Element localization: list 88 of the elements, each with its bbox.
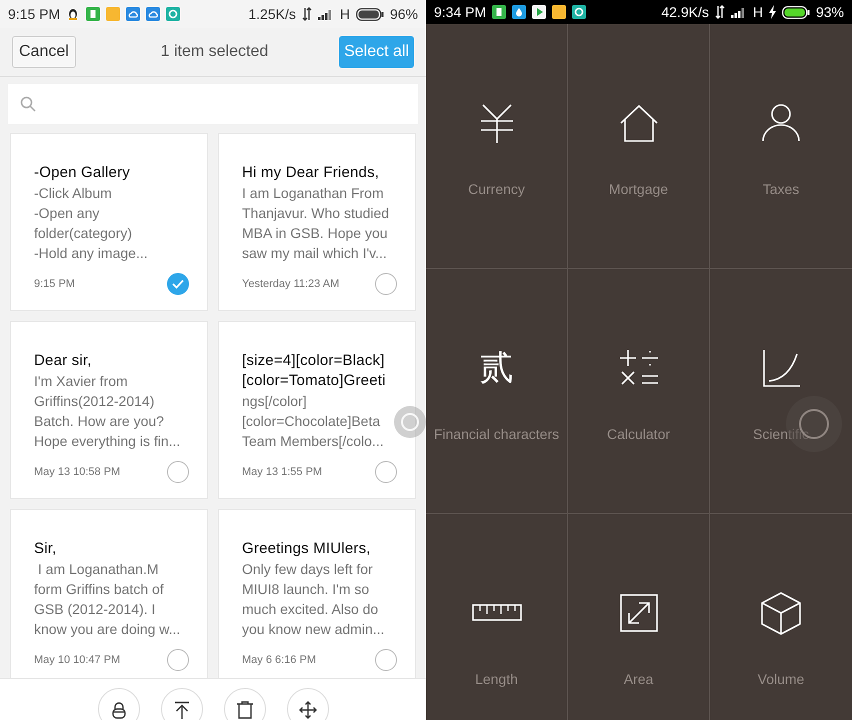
notification-icon: [492, 5, 506, 19]
tool-label: Area: [624, 671, 654, 687]
tool-label: Mortgage: [608, 181, 668, 197]
tool-tile[interactable]: Length: [426, 514, 567, 720]
select-checkbox[interactable]: [167, 273, 189, 295]
note-preview: Only few days left for MIUI8 launch. I'm so much excited. Also do you know new admin...: [242, 560, 386, 639]
battery-percent: 96%: [390, 6, 418, 22]
note-date: May 6 6:16 PM: [242, 654, 316, 666]
tool-tile[interactable]: Currency: [426, 24, 567, 268]
search-field[interactable]: [8, 84, 418, 124]
notification-icon: [146, 7, 160, 21]
network-speed: 1.25K/s: [248, 6, 296, 22]
battery-icon: [782, 6, 810, 18]
note-title: Greetings MIUlers,: [242, 539, 372, 559]
character-icon: 贰: [480, 345, 514, 391]
note-preview: ngs[/color] [color=Chocolate]Beta Team Members[/colo...: [242, 392, 385, 451]
tool-tile[interactable]: Mortgage: [568, 24, 709, 268]
tool-label: Volume: [758, 671, 804, 687]
select-checkbox[interactable]: [375, 461, 397, 483]
status-time: 9:15 PM: [8, 6, 60, 22]
notification-icon: [126, 7, 140, 21]
note-title: Sir,: [34, 539, 58, 559]
note-date: May 13 1:55 PM: [242, 466, 322, 478]
note-preview: I am Loganathan.M form Griffins batch of GSB (2012-2014). I know you are doing w...: [34, 560, 182, 639]
data-transfer-icon: [302, 7, 312, 21]
charging-icon: [768, 5, 776, 19]
lock-button[interactable]: [98, 688, 140, 720]
note-card[interactable]: Hi my Dear Friends, I am Loganathan From Thanjavur. Who studied MBA in GSB. Hope you saw my mail which I'v... Yesterday 11:23 AM: [218, 133, 416, 311]
select-all-button[interactable]: Select all: [339, 36, 414, 68]
note-date: Yesterday 11:23 AM: [242, 278, 340, 290]
network-type: H: [752, 4, 763, 20]
notification-icon: [532, 5, 546, 19]
note-date: May 10 10:47 PM: [34, 654, 120, 666]
tool-tile[interactable]: Area: [568, 514, 709, 720]
note-card[interactable]: Sir, I am Loganathan.M form Griffins batch of GSB (2012-2014). I know you are doing w... May 10 10:47 PM: [10, 509, 208, 678]
notification-icon: [552, 5, 566, 19]
data-transfer-icon: [714, 5, 725, 19]
cancel-button[interactable]: Cancel: [12, 36, 76, 68]
note-preview: I'm Xavier from Griffins(2012-2014) Batch. How are you? Hope everything is fin...: [34, 372, 182, 451]
tool-tile[interactable]: 贰 Financial characters: [426, 269, 567, 513]
lock-icon: [110, 701, 128, 719]
delete-button[interactable]: [224, 688, 266, 720]
signal-icon: [318, 8, 334, 20]
select-checkbox[interactable]: [167, 649, 189, 671]
note-date: 9:15 PM: [34, 278, 75, 290]
notification-icon: [512, 5, 526, 19]
tool-tile[interactable]: Calculator: [568, 269, 709, 513]
tool-label: Length: [475, 671, 518, 687]
pin-to-top-icon: [172, 701, 190, 719]
tool-label: Currency: [468, 181, 525, 197]
note-title: Hi my Dear Friends,: [242, 163, 380, 183]
battery-percent: 93%: [816, 4, 844, 20]
floating-ball[interactable]: [394, 406, 426, 438]
select-checkbox[interactable]: [375, 273, 397, 295]
select-checkbox[interactable]: [167, 461, 189, 483]
pin-to-top-button[interactable]: [160, 688, 202, 720]
notification-icon: [572, 5, 586, 19]
tool-label: Calculator: [606, 426, 670, 442]
trash-icon: [236, 701, 254, 719]
move-icon: [298, 701, 316, 719]
check-icon: [172, 279, 184, 289]
move-button[interactable]: [286, 688, 328, 720]
tool-tile[interactable]: Volume: [710, 514, 852, 720]
note-card[interactable]: Greetings MIUlers, Only few days left for MIUI8 launch. I'm so much excited. Also do you know new admin... May 6 6:16 PM: [218, 509, 416, 678]
cube-icon: [759, 591, 803, 635]
note-card[interactable]: Dear sir, I'm Xavier from Griffins(2012-2014) Batch. How are you? Hope everything is fin... May 13 10:58 PM: [10, 321, 208, 499]
note-title: [size=4][color=Black] [color=Tomato]Greeti: [242, 351, 387, 391]
notification-icon: [166, 7, 180, 21]
tool-tile[interactable]: Taxes: [710, 24, 852, 268]
note-card[interactable]: -Open Gallery -Click Album -Open any folder(category) -Hold any image... 9:15 PM: [10, 133, 208, 311]
network-type: H: [340, 6, 350, 22]
battery-icon: [356, 8, 384, 20]
note-title: Dear sir,: [34, 351, 93, 371]
signal-icon: [730, 6, 747, 18]
status-time: 9:34 PM: [434, 4, 486, 20]
tool-label: Taxes: [762, 181, 800, 197]
search-icon: [20, 96, 36, 112]
note-card[interactable]: [size=4][color=Black] [color=Tomato]Greeti ngs[/color] [color=Chocolate]Beta Team Members[/colo... May 13 1:55 PM: [218, 321, 416, 499]
note-date: May 13 10:58 PM: [34, 466, 120, 478]
notification-icon: [86, 7, 100, 21]
selection-title: 1 item selected: [160, 43, 268, 61]
select-checkbox[interactable]: [375, 649, 397, 671]
network-speed: 42.9K/s: [661, 4, 709, 20]
tool-label: Financial characters: [434, 426, 560, 442]
note-preview: -Click Album -Open any folder(category) -Hold any image...: [34, 184, 149, 263]
note-title: -Open Gallery: [34, 163, 131, 183]
note-preview: I am Loganathan From Thanjavur. Who studied MBA in GSB. Hope you saw my mail which I'v...: [242, 184, 390, 263]
notification-icon: [106, 7, 120, 21]
